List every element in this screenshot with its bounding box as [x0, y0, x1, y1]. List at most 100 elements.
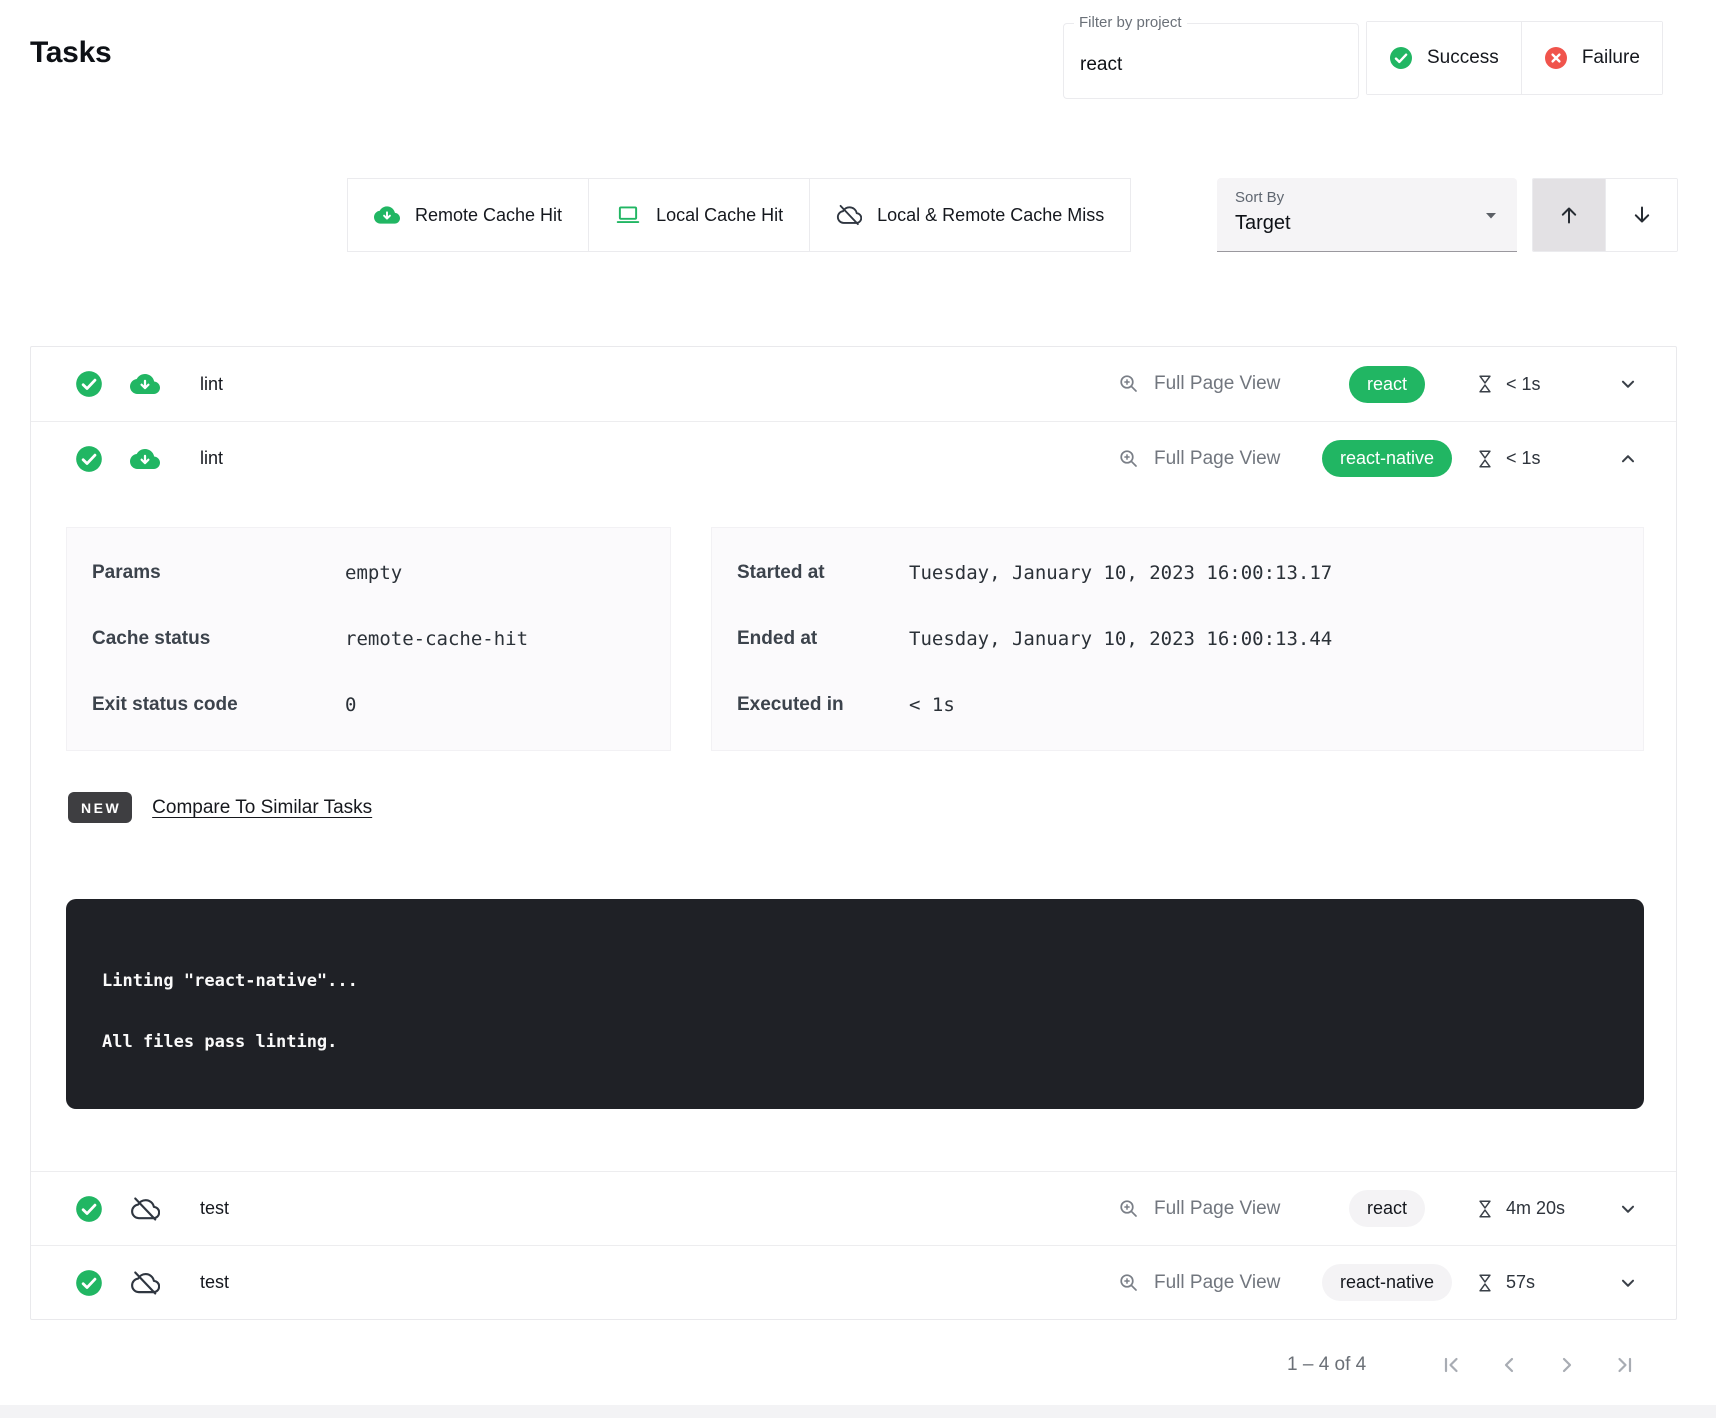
- cloud-off-icon: [836, 202, 862, 228]
- task-row[interactable]: test Full Page View react-native 57s: [31, 1245, 1676, 1319]
- next-page-icon: [1555, 1353, 1579, 1377]
- success-filter-button[interactable]: Success: [1367, 22, 1521, 94]
- expand-task-button[interactable]: [1602, 373, 1654, 395]
- terminal-line: Linting "react-native"...: [102, 971, 1644, 991]
- task-duration: < 1s: [1506, 448, 1541, 469]
- next-page-button[interactable]: [1538, 1353, 1596, 1377]
- task-row[interactable]: lint Full Page View react-native < 1s: [31, 421, 1676, 495]
- status-filter-group: Success Failure: [1366, 21, 1663, 95]
- horizontal-scrollbar-track[interactable]: [0, 1405, 1716, 1418]
- last-page-button[interactable]: [1596, 1353, 1654, 1377]
- cloud-off-icon: [130, 1268, 160, 1298]
- x-circle-icon: [1544, 46, 1568, 70]
- project-filter-field[interactable]: Filter by project: [1063, 23, 1359, 99]
- chevron-up-icon: [1617, 448, 1639, 470]
- failure-filter-button[interactable]: Failure: [1521, 22, 1662, 94]
- task-timing-panel: Started at Tuesday, January 10, 2023 16:…: [711, 527, 1644, 751]
- project-badge: react-native: [1322, 440, 1452, 477]
- project-badge: react-native: [1322, 1264, 1452, 1301]
- chevron-down-icon: [1617, 1272, 1639, 1294]
- task-meta-panel: Params empty Cache status remote-cache-h…: [66, 527, 671, 751]
- task-list: lint Full Page View react < 1s lint: [30, 346, 1677, 1320]
- project-filter-input[interactable]: [1070, 54, 1340, 76]
- cache-filter-group: Remote Cache Hit Local Cache Hit Local &…: [347, 178, 1131, 252]
- sort-by-select[interactable]: Sort By Target: [1217, 178, 1517, 252]
- task-duration: 57s: [1506, 1272, 1535, 1293]
- check-circle-icon: [75, 1195, 103, 1223]
- expand-task-button[interactable]: [1602, 1198, 1654, 1220]
- check-circle-icon: [75, 1269, 103, 1297]
- cache-status-label: Cache status: [92, 628, 345, 650]
- new-badge: NEW: [68, 792, 132, 823]
- task-target: lint: [200, 374, 223, 395]
- task-target: test: [200, 1198, 229, 1219]
- exit-code-value: 0: [345, 694, 356, 716]
- full-page-view-button[interactable]: Full Page View: [1117, 1197, 1312, 1221]
- chevron-down-icon: [1617, 1198, 1639, 1220]
- project-filter-label: Filter by project: [1074, 14, 1187, 31]
- previous-page-icon: [1497, 1353, 1521, 1377]
- caret-down-icon: [1479, 203, 1503, 227]
- ended-at-value: Tuesday, January 10, 2023 16:00:13.44: [909, 628, 1332, 650]
- task-target: lint: [200, 448, 223, 469]
- laptop-icon: [615, 202, 641, 228]
- compare-similar-tasks-link[interactable]: Compare To Similar Tasks: [152, 797, 372, 819]
- executed-in-value: < 1s: [909, 694, 955, 716]
- full-page-view-button[interactable]: Full Page View: [1117, 372, 1312, 396]
- task-row[interactable]: lint Full Page View react < 1s: [31, 347, 1676, 421]
- cloud-download-icon: [130, 444, 160, 474]
- hourglass-icon: [1474, 1198, 1496, 1220]
- full-page-view-button[interactable]: Full Page View: [1117, 447, 1312, 471]
- zoom-in-icon: [1117, 1197, 1141, 1221]
- full-page-view-button[interactable]: Full Page View: [1117, 1271, 1312, 1295]
- check-circle-icon: [75, 370, 103, 398]
- full-page-view-label: Full Page View: [1154, 1198, 1280, 1220]
- terminal-line: All files pass linting.: [102, 1032, 1644, 1052]
- task-row[interactable]: test Full Page View react 4m 20s: [31, 1171, 1676, 1245]
- pagination: 1 – 4 of 4: [1287, 1338, 1654, 1392]
- local-cache-hit-filter-button[interactable]: Local Cache Hit: [589, 178, 810, 252]
- task-duration: 4m 20s: [1506, 1198, 1565, 1219]
- task-duration: < 1s: [1506, 374, 1541, 395]
- sort-ascending-button[interactable]: [1533, 179, 1605, 251]
- zoom-in-icon: [1117, 372, 1141, 396]
- full-page-view-label: Full Page View: [1154, 373, 1280, 395]
- pagination-range: 1 – 4 of 4: [1287, 1354, 1366, 1376]
- full-page-view-label: Full Page View: [1154, 448, 1280, 470]
- full-page-view-label: Full Page View: [1154, 1272, 1280, 1294]
- local-cache-hit-label: Local Cache Hit: [656, 205, 783, 226]
- hourglass-icon: [1474, 1272, 1496, 1294]
- cache-miss-label: Local & Remote Cache Miss: [877, 205, 1104, 226]
- ended-at-label: Ended at: [737, 628, 909, 650]
- check-circle-icon: [1389, 46, 1413, 70]
- executed-in-label: Executed in: [737, 694, 909, 716]
- params-value: empty: [345, 562, 402, 584]
- page-title: Tasks: [30, 36, 111, 70]
- check-circle-icon: [75, 445, 103, 473]
- cloud-off-icon: [130, 1194, 160, 1224]
- cache-status-value: remote-cache-hit: [345, 628, 528, 650]
- started-at-label: Started at: [737, 562, 909, 584]
- expand-task-button[interactable]: [1602, 1272, 1654, 1294]
- first-page-button[interactable]: [1422, 1353, 1480, 1377]
- previous-page-button[interactable]: [1480, 1353, 1538, 1377]
- hourglass-icon: [1474, 373, 1496, 395]
- remote-cache-hit-filter-button[interactable]: Remote Cache Hit: [347, 178, 589, 252]
- sort-by-label: Sort By: [1235, 189, 1284, 206]
- cloud-download-icon: [374, 202, 400, 228]
- arrow-down-icon: [1630, 203, 1654, 227]
- last-page-icon: [1613, 1353, 1637, 1377]
- hourglass-icon: [1474, 448, 1496, 470]
- collapse-task-button[interactable]: [1602, 448, 1654, 470]
- sort-direction-group: [1532, 178, 1678, 252]
- arrow-up-icon: [1557, 203, 1581, 227]
- cache-miss-filter-button[interactable]: Local & Remote Cache Miss: [810, 178, 1131, 252]
- sort-descending-button[interactable]: [1605, 179, 1677, 251]
- exit-code-label: Exit status code: [92, 694, 345, 716]
- sort-by-value: Target: [1235, 212, 1291, 235]
- cloud-download-icon: [130, 369, 160, 399]
- chevron-down-icon: [1617, 373, 1639, 395]
- project-badge: react: [1349, 366, 1425, 403]
- zoom-in-icon: [1117, 447, 1141, 471]
- remote-cache-hit-label: Remote Cache Hit: [415, 205, 562, 226]
